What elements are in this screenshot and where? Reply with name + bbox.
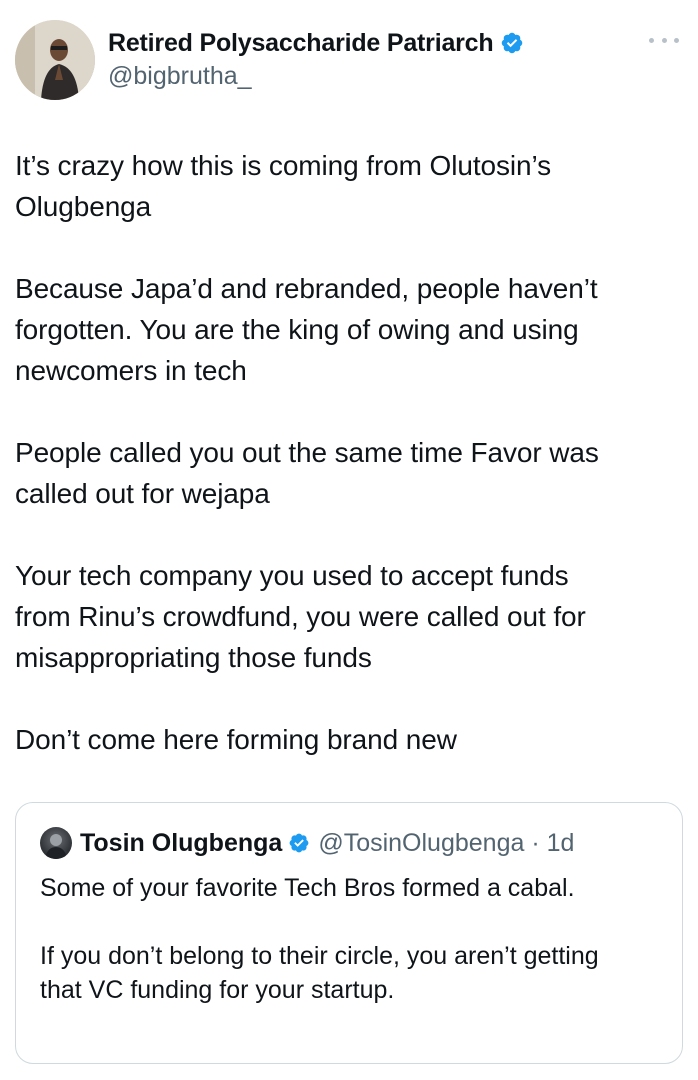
more-horizontal-icon[interactable]	[649, 30, 679, 50]
quoted-author-handle-time: @TosinOlugbenga · 1d	[318, 828, 575, 857]
more-dot	[674, 37, 679, 43]
more-dot	[661, 37, 667, 43]
quoted-author-display-name: Tosin Olugbenga	[80, 828, 283, 857]
quoted-tweet-card[interactable]: Tosin Olugbenga @TosinOlugbenga · 1d Som…	[15, 802, 683, 1064]
tweet-paragraph: It’s crazy how this is coming from Oluto…	[15, 150, 551, 222]
quoted-tweet-body: Some of your favorite Tech Bros formed a…	[40, 871, 670, 1041]
tweet-paragraph: Your tech company you used to accept fun…	[15, 560, 586, 673]
tweet-paragraph: People called you out the same time Favo…	[15, 437, 599, 509]
quoted-tweet-header: Tosin Olugbenga @TosinOlugbenga · 1d	[40, 827, 574, 859]
quoted-tweet-paragraph: Some of your favorite Tech Bros formed a…	[40, 874, 575, 902]
tweet-paragraph: Don’t come here forming brand new	[15, 724, 457, 755]
verified-badge-icon	[289, 833, 309, 853]
tweet-card: Retired Polysaccharide Patriarch @bigbru…	[0, 0, 698, 1080]
author-handle[interactable]: @bigbrutha_	[108, 62, 524, 91]
quoted-author-avatar	[40, 827, 72, 859]
author-names: Retired Polysaccharide Patriarch @bigbru…	[108, 26, 524, 91]
verified-badge-icon	[502, 32, 523, 54]
author-display-name[interactable]: Retired Polysaccharide Patriarch	[108, 29, 494, 58]
tweet-body: It’s crazy how this is coming from Oluto…	[15, 145, 685, 801]
author-avatar[interactable]	[15, 20, 95, 100]
tweet-paragraph: Because Japa’d and rebranded, people hav…	[15, 273, 598, 386]
more-dot	[649, 37, 654, 43]
tweet-header: Retired Polysaccharide Patriarch @bigbru…	[15, 20, 683, 102]
quoted-tweet-paragraph: If you don’t belong to their circle, you…	[40, 942, 599, 1004]
